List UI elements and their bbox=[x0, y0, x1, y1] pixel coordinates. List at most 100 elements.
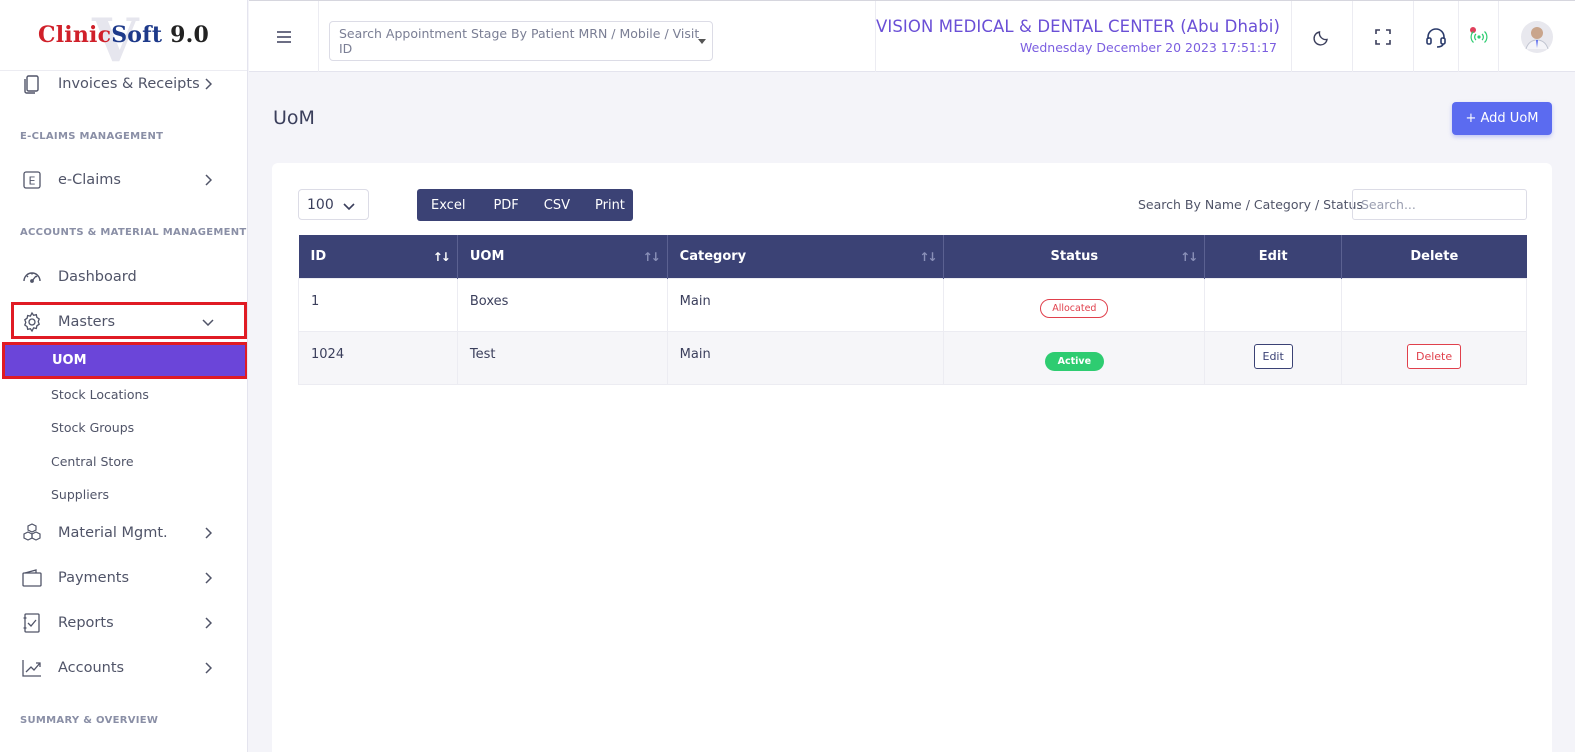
logo-part-version: 9.0 bbox=[162, 22, 209, 48]
online-status-button[interactable] bbox=[1458, 1, 1498, 72]
svg-text:E: E bbox=[29, 175, 36, 188]
support-button[interactable] bbox=[1413, 1, 1458, 72]
chevron-right-icon bbox=[202, 662, 214, 674]
logo-text: ClinicSoft 9.0 bbox=[38, 22, 209, 48]
sort-icon: ↑↓ bbox=[1180, 250, 1198, 264]
receipt-icon bbox=[21, 73, 43, 95]
column-header-label: ID bbox=[310, 248, 327, 264]
column-header-status[interactable]: Status ↑↓ bbox=[943, 235, 1206, 278]
boxes-icon bbox=[21, 522, 43, 544]
center-info: VISION MEDICAL & DENTAL CENTER (Abu Dhab… bbox=[875, 1, 1291, 72]
page-title: UoM bbox=[273, 107, 315, 129]
cell-category: Main bbox=[666, 330, 945, 385]
sidebar-item-label: Reports bbox=[58, 615, 114, 631]
uom-table: ID ↑↓ UOM ↑↓ Category ↑↓ Status ↑↓ Edit Dele… bbox=[298, 235, 1527, 385]
cell-id: 1 bbox=[298, 277, 458, 332]
table-row: 1024 Test Main Active Edit Delete bbox=[298, 330, 1527, 385]
sidebar-item-material-mgmt[interactable]: Material Mgmt. bbox=[0, 515, 247, 551]
table-search-input[interactable]: Search... bbox=[1352, 189, 1527, 220]
page-length-select[interactable]: 100 bbox=[298, 189, 369, 220]
checklist-icon bbox=[21, 612, 43, 634]
export-excel-button[interactable]: Excel bbox=[424, 198, 472, 213]
column-header-category[interactable]: Category ↑↓ bbox=[667, 235, 945, 278]
sidebar-subitem-label: UOM bbox=[52, 353, 87, 368]
moon-icon bbox=[1313, 30, 1328, 46]
sidebar-subitem-central-store[interactable]: Central Store bbox=[51, 454, 134, 469]
fullscreen-button[interactable] bbox=[1352, 1, 1413, 72]
sort-icon: ↑↓ bbox=[919, 250, 937, 264]
export-button-group: Excel PDF CSV Print bbox=[417, 189, 633, 221]
sort-icon: ↑↓ bbox=[642, 250, 661, 264]
sidebar: V ClinicSoft 9.0 Invoices & Receipts E-C… bbox=[0, 0, 248, 752]
column-header-id[interactable]: ID ↑↓ bbox=[298, 235, 458, 278]
user-menu[interactable] bbox=[1498, 1, 1575, 72]
chevron-right-icon bbox=[202, 617, 214, 629]
cell-status: Allocated bbox=[943, 277, 1206, 332]
appointment-search-select[interactable]: Search Appointment Stage By Patient MRN … bbox=[329, 21, 713, 61]
sidebar-item-dashboard[interactable]: Dashboard bbox=[0, 259, 247, 295]
export-pdf-button[interactable]: PDF bbox=[486, 198, 525, 213]
cell-edit bbox=[1204, 277, 1343, 332]
uom-active-bg: UOM bbox=[5, 345, 245, 376]
sidebar-item-accounts[interactable]: Accounts bbox=[0, 650, 247, 686]
sidebar-subitem-uom[interactable]: UOM bbox=[2, 342, 247, 379]
chevron-right-icon bbox=[202, 174, 214, 186]
cell-uom: Test bbox=[456, 330, 668, 385]
sidebar-subitem-stock-locations[interactable]: Stock Locations bbox=[51, 387, 149, 402]
cell-edit: Edit bbox=[1204, 330, 1343, 385]
page-length-value: 100 bbox=[307, 196, 334, 213]
dark-mode-toggle[interactable] bbox=[1291, 1, 1352, 72]
sidebar-subitem-stock-groups[interactable]: Stock Groups bbox=[51, 420, 134, 435]
caret-down-icon bbox=[698, 39, 706, 44]
wallet-icon bbox=[21, 567, 43, 589]
sidebar-item-label: Invoices & Receipts bbox=[58, 76, 200, 92]
sidebar-item-eclaims[interactable]: E e-Claims bbox=[0, 162, 247, 198]
gauge-icon bbox=[21, 266, 43, 288]
delete-button[interactable]: Delete bbox=[1406, 343, 1462, 369]
sidebar-item-label: Dashboard bbox=[58, 269, 137, 285]
export-csv-button[interactable]: CSV bbox=[537, 198, 577, 213]
chevron-right-icon bbox=[202, 527, 214, 539]
section-title-accounts: ACCOUNTS & MATERIAL MANAGEMENT bbox=[20, 227, 247, 238]
column-header-label: UOM bbox=[469, 248, 505, 264]
add-uom-button[interactable]: + Add UoM bbox=[1452, 102, 1552, 135]
section-title-summary: SUMMARY & OVERVIEW bbox=[20, 715, 159, 726]
headset-icon bbox=[1426, 27, 1446, 48]
e-letter-icon: E bbox=[21, 169, 43, 191]
cell-delete: Delete bbox=[1341, 330, 1527, 385]
column-header-edit: Edit bbox=[1204, 235, 1343, 278]
cell-delete bbox=[1341, 277, 1527, 332]
edit-button[interactable]: Edit bbox=[1253, 343, 1293, 369]
column-header-delete: Delete bbox=[1341, 235, 1527, 278]
sidebar-item-label: Payments bbox=[58, 570, 130, 586]
chevron-down-icon bbox=[343, 199, 355, 215]
status-badge: Active bbox=[1044, 351, 1105, 371]
table-row: 1 Boxes Main Allocated bbox=[298, 277, 1527, 332]
status-badge: Allocated bbox=[1040, 298, 1109, 318]
cell-uom: Boxes bbox=[456, 277, 668, 332]
sidebar-item-label: Accounts bbox=[58, 660, 125, 676]
column-header-label: Status bbox=[1050, 248, 1099, 264]
logo[interactable]: V ClinicSoft 9.0 bbox=[0, 0, 247, 76]
sidebar-item-payments[interactable]: Payments bbox=[0, 560, 247, 596]
print-button[interactable]: Print bbox=[588, 198, 632, 213]
menu-toggle-button[interactable] bbox=[249, 1, 319, 72]
chevron-right-icon bbox=[202, 572, 214, 584]
cell-status: Active bbox=[943, 330, 1206, 385]
logo-part-soft: Soft bbox=[111, 22, 163, 48]
appointment-search-placeholder: Search Appointment Stage By Patient MRN … bbox=[339, 26, 700, 56]
header-datetime: Wednesday December 20 2023 17:51:17 bbox=[1020, 40, 1277, 55]
top-header: Search Appointment Stage By Patient MRN … bbox=[249, 0, 1575, 72]
sidebar-subitem-suppliers[interactable]: Suppliers bbox=[51, 487, 109, 502]
chart-line-icon bbox=[21, 657, 43, 679]
hamburger-icon bbox=[276, 30, 291, 43]
sidebar-item-reports[interactable]: Reports bbox=[0, 605, 247, 641]
chevron-right-icon bbox=[202, 78, 214, 90]
section-title-eclaims: E-CLAIMS MANAGEMENT bbox=[20, 131, 164, 142]
column-header-uom[interactable]: UOM ↑↓ bbox=[457, 235, 668, 278]
broadcast-icon bbox=[1469, 26, 1487, 43]
sidebar-item-label: e-Claims bbox=[58, 172, 121, 188]
sort-icon: ↑↓ bbox=[432, 250, 451, 264]
sidebar-item-label: Material Mgmt. bbox=[58, 525, 168, 541]
fullscreen-icon bbox=[1375, 28, 1391, 45]
